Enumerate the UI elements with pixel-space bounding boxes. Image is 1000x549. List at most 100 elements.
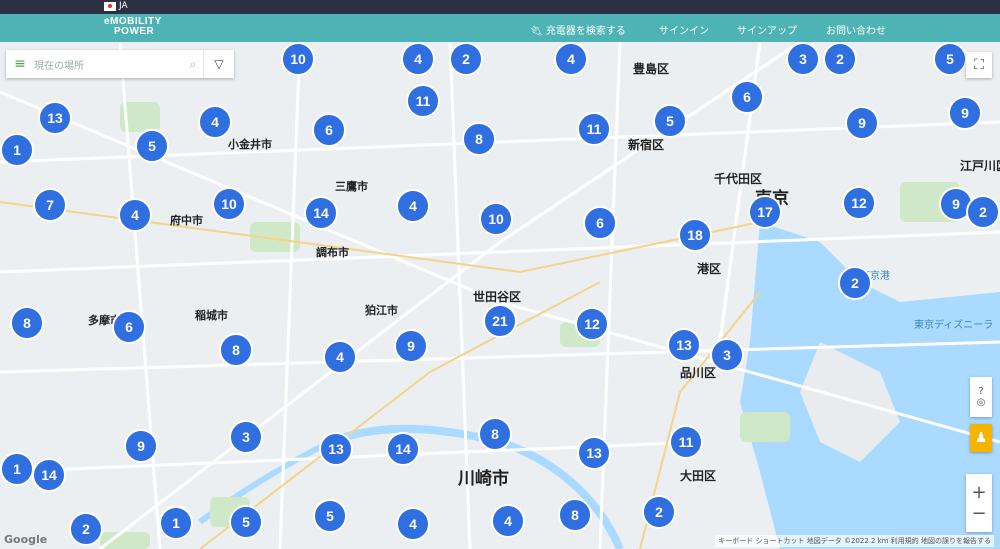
charger-cluster-marker[interactable]: 2 [823, 42, 857, 76]
map[interactable]: 豊島区新宿区千代田区東京江戸川区世田谷区港区品川区大田区川崎市府中市調布市狛江市… [0, 42, 1000, 549]
charger-cluster-marker[interactable]: 8 [558, 498, 592, 532]
place-label: 小金井市 [228, 138, 272, 151]
charger-cluster-marker[interactable]: 12 [842, 186, 876, 220]
charger-cluster-marker[interactable]: 6 [312, 113, 346, 147]
charger-cluster-marker[interactable]: 13 [38, 101, 72, 135]
logo-line2: POWER [114, 26, 155, 37]
place-label: 調布市 [316, 246, 349, 259]
charger-cluster-marker[interactable]: 4 [198, 105, 232, 139]
plug-icon: 🔌︎ [530, 26, 543, 37]
charger-cluster-marker[interactable]: 13 [319, 432, 353, 466]
pegman-icon: ♟ [974, 430, 988, 446]
charger-cluster-marker[interactable]: 3 [786, 42, 820, 76]
nav-bar: eMOBILITY POWER 🔌︎ 充電器を検索する サインイン サインアップ… [0, 14, 1000, 42]
language-label: JA [119, 1, 128, 11]
logo[interactable]: eMOBILITY POWER [104, 17, 162, 37]
place-label: 稲城市 [195, 309, 228, 322]
place-label: 港区 [697, 262, 722, 276]
charger-cluster-marker[interactable]: 1 [0, 452, 34, 486]
charger-cluster-marker[interactable]: 13 [577, 436, 611, 470]
charger-cluster-marker[interactable]: 4 [118, 198, 152, 232]
charger-cluster-marker[interactable]: 12 [575, 307, 609, 341]
fullscreen-button[interactable]: ⛶ [966, 52, 992, 78]
charger-cluster-marker[interactable]: 2 [69, 512, 103, 546]
pegman-button[interactable]: ♟ [970, 424, 992, 452]
charger-cluster-marker[interactable]: 4 [396, 507, 430, 541]
charger-cluster-marker[interactable]: 6 [730, 80, 764, 114]
charger-cluster-marker[interactable]: 9 [845, 106, 879, 140]
search-icon[interactable]: ⌕ [183, 57, 203, 72]
charger-cluster-marker[interactable]: 4 [554, 42, 588, 76]
place-label: 東京ディズニーラ [914, 320, 994, 331]
charger-cluster-marker[interactable]: 8 [10, 306, 44, 340]
charger-cluster-marker[interactable]: 5 [135, 129, 169, 163]
map-attribution[interactable]: キーボード ショートカット 地図データ ©2022 2 km 利用規約 地図の誤… [715, 535, 994, 547]
charger-cluster-marker[interactable]: 21 [483, 304, 517, 338]
zoom-out-button[interactable]: − [971, 503, 986, 524]
charger-cluster-marker[interactable]: 13 [667, 328, 701, 362]
charger-cluster-marker[interactable]: 5 [229, 505, 263, 539]
charger-cluster-marker[interactable]: 2 [449, 42, 483, 76]
location-search-input[interactable]: 現在の場所 [34, 57, 183, 72]
place-label: 江戸川区 [960, 159, 1000, 173]
charger-cluster-marker[interactable]: 7 [33, 188, 67, 222]
charger-cluster-marker[interactable]: 11 [669, 425, 703, 459]
place-label: 大田区 [680, 469, 717, 483]
charger-cluster-marker[interactable]: 14 [32, 458, 66, 492]
language-selector[interactable]: JA [104, 1, 128, 11]
charger-cluster-marker[interactable]: 6 [112, 310, 146, 344]
place-label: 三鷹市 [335, 180, 368, 193]
charger-cluster-marker[interactable]: 2 [642, 495, 676, 529]
charger-cluster-marker[interactable]: 2 [966, 195, 1000, 229]
charger-cluster-marker[interactable]: 4 [491, 504, 525, 538]
charger-cluster-marker[interactable]: 18 [678, 218, 712, 252]
charger-cluster-marker[interactable]: 9 [124, 429, 158, 463]
charger-cluster-marker[interactable]: 2 [838, 266, 872, 300]
charger-cluster-marker[interactable]: 5 [313, 499, 347, 533]
charger-cluster-marker[interactable]: 14 [386, 432, 420, 466]
map-tools: ? ◎ [970, 377, 992, 417]
place-label: 豊島区 [633, 62, 670, 76]
nav-search-chargers[interactable]: 🔌︎ 充電器を検索する [530, 22, 626, 37]
charger-cluster-marker[interactable]: 1 [159, 506, 193, 540]
charger-cluster-marker[interactable]: 4 [401, 42, 435, 76]
zoom-in-button[interactable]: + [971, 482, 986, 503]
charger-cluster-marker[interactable]: 6 [583, 206, 617, 240]
zoom-controls: + − [966, 474, 992, 532]
japan-flag-icon [104, 1, 116, 11]
place-label: 府中市 [170, 214, 203, 227]
charger-cluster-marker[interactable]: 1 [0, 133, 34, 167]
nav-signup[interactable]: サインアップ [737, 22, 797, 37]
locate-icon[interactable]: ◎ [977, 397, 986, 408]
google-logo: Google [4, 533, 48, 546]
place-label: 川崎市 [458, 469, 509, 489]
charger-cluster-marker[interactable]: 9 [948, 96, 982, 130]
place-label: 品川区 [680, 366, 717, 380]
fullscreen-icon: ⛶ [974, 57, 984, 73]
nav-contact[interactable]: お問い合わせ [826, 22, 886, 37]
charger-cluster-marker[interactable]: 8 [219, 333, 253, 367]
charger-cluster-marker[interactable]: 4 [396, 189, 430, 223]
charger-cluster-marker[interactable]: 5 [933, 42, 967, 76]
charger-cluster-marker[interactable]: 10 [479, 202, 513, 236]
nav-search-chargers-label: 充電器を検索する [545, 26, 626, 37]
place-label: 新宿区 [628, 138, 665, 152]
top-bar: JA [0, 0, 1000, 14]
charger-cluster-marker[interactable]: 3 [229, 420, 263, 454]
charger-cluster-marker[interactable]: 4 [323, 340, 357, 374]
charger-cluster-marker[interactable]: 8 [462, 122, 496, 156]
charger-cluster-marker[interactable]: 5 [653, 104, 687, 138]
help-icon[interactable]: ? [978, 386, 983, 397]
charger-cluster-marker[interactable]: 17 [748, 195, 782, 229]
charger-cluster-marker[interactable]: 14 [304, 196, 338, 230]
charger-cluster-marker[interactable]: 3 [710, 338, 744, 372]
menu-icon[interactable]: ≡ [6, 56, 34, 72]
charger-cluster-marker[interactable]: 11 [406, 84, 440, 118]
charger-cluster-marker[interactable]: 11 [577, 112, 611, 146]
charger-cluster-marker[interactable]: 10 [281, 42, 315, 76]
filter-button[interactable]: ▽ [203, 50, 234, 78]
nav-signin[interactable]: サインイン [659, 22, 709, 37]
charger-cluster-marker[interactable]: 8 [478, 417, 512, 451]
charger-cluster-marker[interactable]: 9 [394, 329, 428, 363]
charger-cluster-marker[interactable]: 10 [212, 187, 246, 221]
